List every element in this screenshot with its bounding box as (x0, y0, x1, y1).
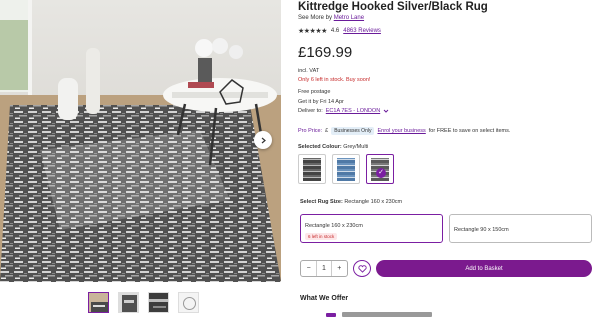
thumbnail-1[interactable] (88, 292, 109, 313)
swatch-image (337, 158, 355, 181)
business-badge: Businesses Only (331, 127, 375, 135)
stock-warning: Only 6 left in stock. Buy soon! (298, 77, 371, 83)
swatch-grey[interactable] (298, 154, 326, 184)
postage-info: Free postage (298, 89, 331, 95)
qty-plus-button[interactable]: + (332, 265, 347, 272)
see-more-prefix: See More by (298, 15, 333, 21)
brand-link[interactable]: Metro Lane (334, 15, 364, 21)
qty-minus-button[interactable]: − (301, 265, 316, 272)
size-value: Rectangle 160 x 230cm (344, 199, 403, 205)
colour-label: Selected Colour: (298, 144, 342, 150)
pro-price-label: Pro Price: (298, 128, 323, 134)
heart-icon (357, 264, 367, 273)
size-label: Select Rug Size: (300, 199, 343, 205)
size-option-90x150[interactable]: Rectangle 90 x 150cm (449, 214, 592, 243)
what-we-offer-heading: What We Offer (300, 295, 349, 302)
swatch-image (303, 158, 321, 181)
size-option-160x230[interactable]: Rectangle 160 x 230cm 6 left in stock (300, 214, 443, 243)
pro-price-currency: £ (325, 128, 329, 134)
thumbnail-image (119, 293, 138, 312)
chevron-down-icon[interactable] (383, 108, 389, 114)
size-stock-badge: 6 left in stock (305, 233, 338, 240)
delivery-date: Get it by Fri 14 Apr (298, 99, 344, 105)
deliver-to: Deliver to: EC1A 7ES - LONDON (298, 108, 389, 114)
colour-swatches: ✓ (298, 154, 394, 184)
pro-price-row: Pro Price: £ Businesses Only Enrol your … (298, 127, 510, 135)
thumbnail-strip (88, 292, 199, 313)
thumbnail-2[interactable] (118, 292, 139, 313)
reviews-link[interactable]: 4863 Reviews (343, 28, 381, 34)
colour-value: Grey/Multi (343, 144, 369, 150)
qty-input[interactable]: 1 (316, 261, 332, 276)
pro-price-suffix: for FREE to save on select items. (428, 128, 511, 134)
thumbnail-3[interactable] (148, 292, 169, 313)
see-more-brand: See More by Metro Lane (298, 15, 364, 21)
size-option-label: Rectangle 90 x 150cm (454, 227, 509, 233)
enrol-business-link[interactable]: Enrol your business (377, 128, 425, 134)
rug-size-label: Select Rug Size: Rectangle 160 x 230cm (300, 199, 402, 205)
delivery-location-link[interactable]: EC1A 7ES - LONDON (326, 108, 380, 114)
check-icon: ✓ (376, 168, 386, 178)
thumbnail-4[interactable] (178, 292, 199, 313)
deliver-to-label: Deliver to: (298, 108, 323, 114)
next-image-button[interactable] (254, 131, 272, 149)
rating-row: ★★★★★ 4.6 4863 Reviews (298, 27, 381, 35)
quantity-stepper: − 1 + (300, 260, 348, 277)
offer-icon (326, 313, 336, 317)
wishlist-button[interactable] (353, 260, 371, 277)
thumbnail-image (149, 293, 168, 312)
add-to-basket-button[interactable]: Add to Basket (376, 260, 592, 277)
star-rating-icon: ★★★★★ (298, 28, 327, 35)
swatch-blue[interactable] (332, 154, 360, 184)
product-image (0, 0, 281, 282)
thumbnail-image (179, 293, 198, 312)
price: £169.99 (298, 44, 353, 61)
swatch-grey-multi[interactable]: ✓ (366, 154, 394, 184)
chevron-right-icon (261, 137, 266, 143)
thumbnail-image (89, 293, 108, 312)
offer-text-cut (342, 312, 432, 317)
vat-note: incl. VAT (298, 68, 320, 74)
rating-value: 4.6 (330, 28, 340, 34)
rug-room-image (0, 0, 281, 282)
selected-colour: Selected Colour: Grey/Multi (298, 144, 368, 150)
size-option-label: Rectangle 160 x 230cm (305, 223, 363, 229)
product-title: Kittredge Hooked Silver/Black Rug (298, 1, 488, 13)
